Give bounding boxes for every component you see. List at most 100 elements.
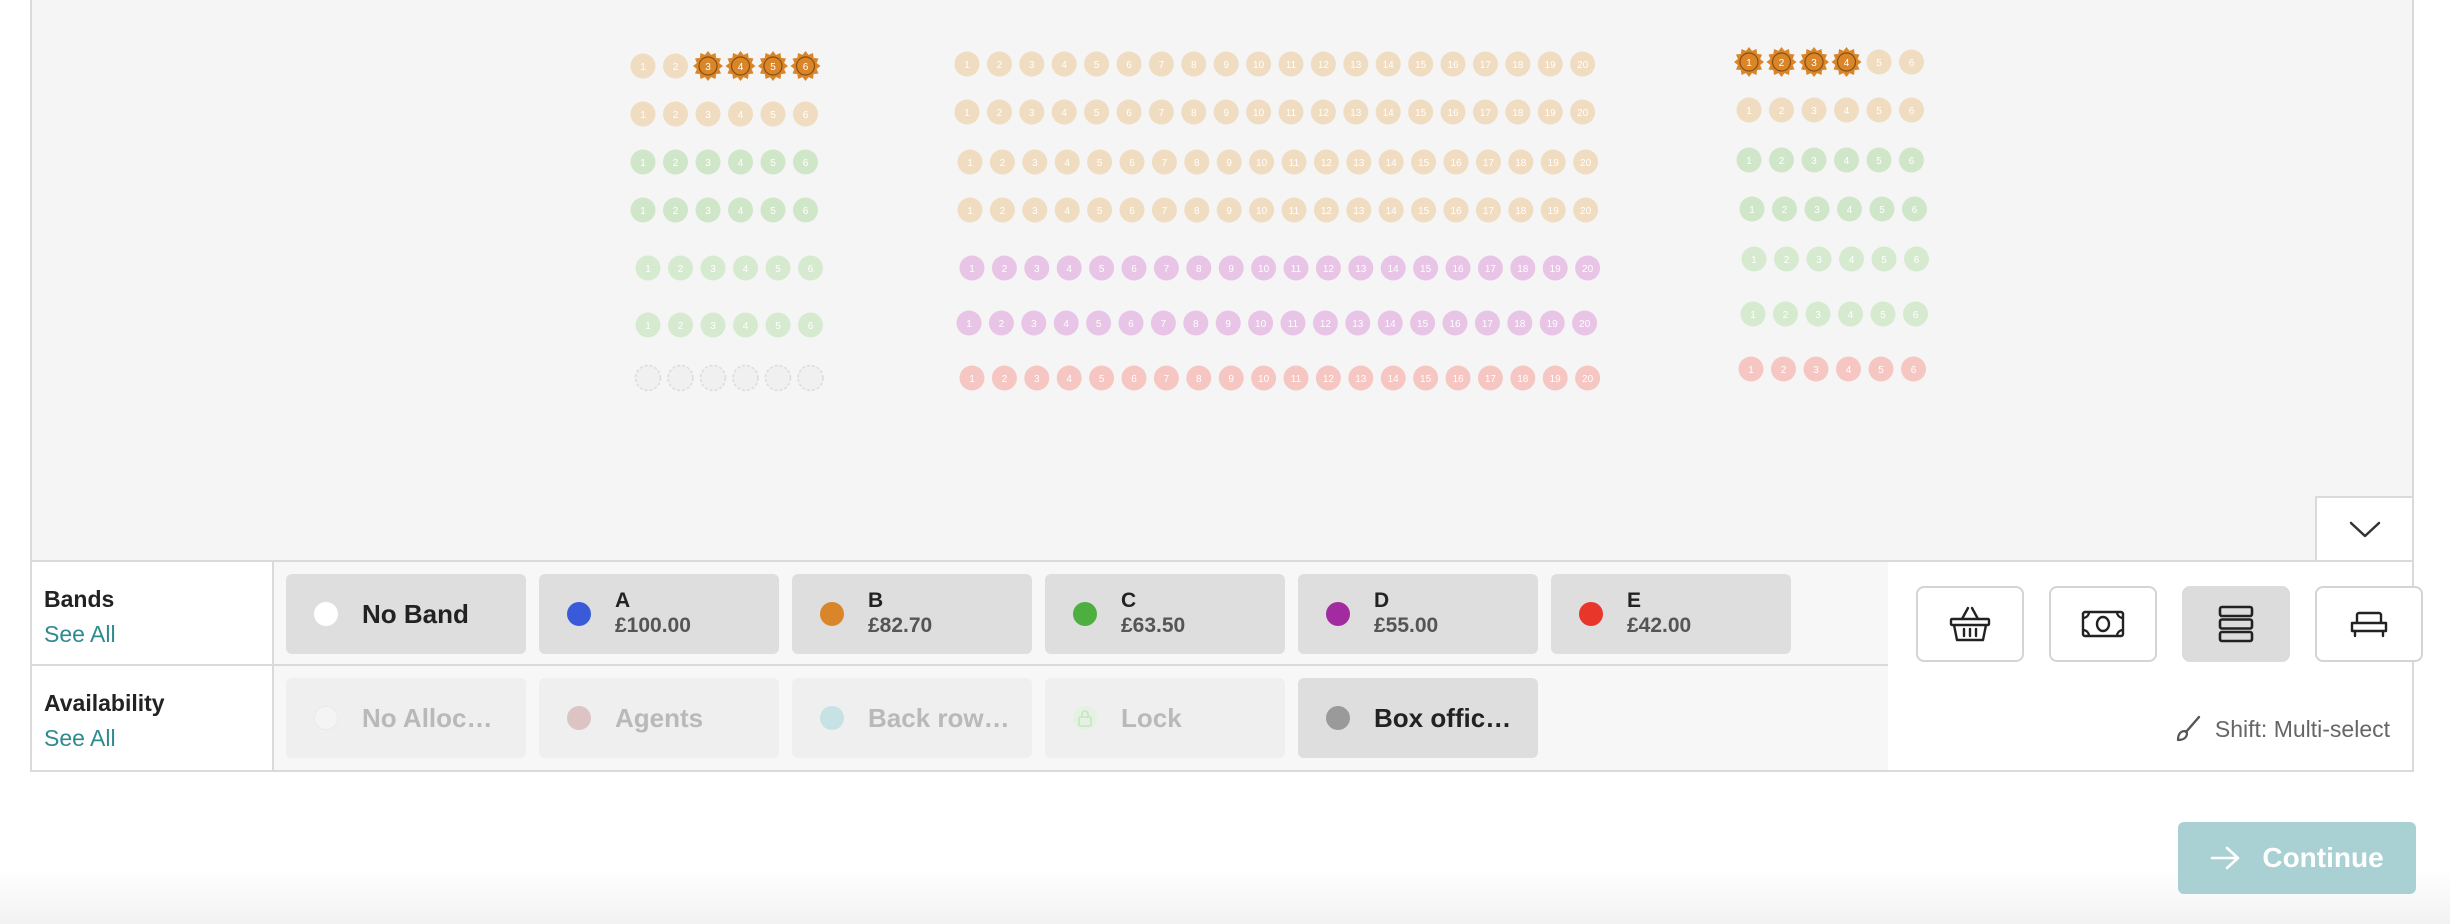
seat[interactable]: 13 [1345, 310, 1371, 336]
seat[interactable]: 15 [1410, 310, 1436, 336]
seat[interactable]: 19 [1542, 255, 1568, 281]
seat[interactable]: 4 [1053, 310, 1079, 336]
band-chip-e[interactable]: E £42.00 [1551, 574, 1791, 654]
seat[interactable]: 13 [1348, 365, 1374, 391]
seat[interactable]: 4 [1831, 47, 1862, 77]
seat[interactable]: 17 [1477, 255, 1503, 281]
seat[interactable]: 9 [1216, 149, 1242, 175]
seat[interactable]: 1 [959, 255, 985, 281]
seat[interactable]: 5 [1866, 147, 1892, 173]
seat[interactable]: 6 [1121, 255, 1147, 281]
seat[interactable]: 12 [1312, 310, 1338, 336]
seat[interactable]: 7 [1151, 197, 1177, 223]
seat[interactable]: 20 [1570, 99, 1596, 125]
seat[interactable]: 2 [668, 312, 693, 338]
seat[interactable]: 14 [1375, 99, 1401, 125]
seat[interactable]: 8 [1184, 149, 1210, 175]
seat[interactable]: 11 [1283, 365, 1309, 391]
cash-tool-button[interactable] [2049, 586, 2157, 662]
seat[interactable]: 19 [1542, 365, 1568, 391]
seat[interactable]: 15 [1408, 51, 1434, 77]
seat[interactable]: 3 [1801, 147, 1827, 173]
seat[interactable]: 3 [1024, 365, 1050, 391]
seat[interactable]: 6 [1899, 147, 1924, 173]
seat[interactable]: 4 [728, 101, 753, 127]
seat[interactable]: 2 [986, 99, 1012, 125]
seat[interactable]: 18 [1510, 255, 1536, 281]
seat[interactable]: 7 [1150, 310, 1176, 336]
seat[interactable]: 5 [765, 312, 791, 338]
seat[interactable]: 9 [1216, 197, 1242, 223]
seat[interactable]: 18 [1510, 365, 1536, 391]
seat[interactable]: 12 [1310, 99, 1336, 125]
seat[interactable]: 6 [1902, 196, 1927, 222]
seat[interactable]: 14 [1380, 365, 1406, 391]
continue-button[interactable]: Continue [2178, 822, 2416, 894]
seat[interactable]: 2 [1769, 147, 1794, 173]
seat[interactable]: 11 [1283, 255, 1309, 281]
seat[interactable]: 10 [1251, 255, 1277, 281]
seat[interactable]: 3 [1801, 97, 1827, 123]
seat[interactable]: 5 [760, 149, 786, 175]
seat[interactable]: 6 [1116, 51, 1142, 77]
seat[interactable]: 10 [1246, 99, 1272, 125]
seat[interactable]: 3 [700, 312, 726, 338]
seat[interactable]: 3 [1022, 197, 1048, 223]
seat[interactable]: 12 [1315, 365, 1341, 391]
seat[interactable]: 4 [1838, 301, 1863, 327]
seat[interactable]: 5 [1089, 255, 1115, 281]
seat[interactable]: 20 [1575, 255, 1601, 281]
seat[interactable]: 7 [1148, 51, 1174, 77]
seat[interactable]: 2 [663, 53, 688, 79]
seat[interactable]: 14 [1377, 310, 1403, 336]
seat[interactable]: 13 [1346, 149, 1372, 175]
seat[interactable]: 17 [1472, 51, 1498, 77]
seat[interactable]: 19 [1540, 149, 1566, 175]
seat[interactable]: 6 [1121, 365, 1147, 391]
seat[interactable] [732, 364, 759, 392]
seat[interactable]: 1 [1739, 196, 1765, 222]
seat[interactable]: 2 [989, 149, 1015, 175]
seat[interactable]: 1 [630, 53, 656, 79]
seat[interactable]: 2 [988, 310, 1014, 336]
seat[interactable]: 5 [1089, 365, 1115, 391]
seat[interactable]: 8 [1186, 255, 1212, 281]
seat[interactable]: 12 [1315, 255, 1341, 281]
seat[interactable]: 3 [1804, 196, 1830, 222]
seat[interactable]: 7 [1153, 255, 1179, 281]
seat[interactable] [699, 364, 727, 392]
seat[interactable]: 15 [1413, 365, 1439, 391]
seat[interactable]: 13 [1348, 255, 1374, 281]
seat[interactable]: 6 [1899, 97, 1924, 123]
seat[interactable]: 3 [1021, 310, 1047, 336]
seat[interactable]: 1 [635, 312, 661, 338]
seat[interactable]: 7 [1151, 149, 1177, 175]
seat[interactable]: 8 [1183, 310, 1209, 336]
seat[interactable]: 1 [1734, 47, 1764, 77]
band-chip-d[interactable]: D £55.00 [1298, 574, 1538, 654]
seat[interactable]: 5 [765, 255, 791, 281]
seat[interactable]: 2 [668, 255, 693, 281]
collapse-toggle[interactable] [2315, 496, 2414, 562]
seat[interactable]: 12 [1313, 197, 1339, 223]
seat[interactable]: 3 [1019, 99, 1045, 125]
seat[interactable]: 5 [1086, 310, 1112, 336]
seat[interactable]: 10 [1249, 197, 1275, 223]
seat[interactable]: 1 [954, 51, 980, 77]
seat[interactable]: 2 [991, 365, 1017, 391]
seat[interactable]: 14 [1380, 255, 1406, 281]
seat[interactable]: 1 [957, 149, 983, 175]
seat[interactable]: 20 [1570, 51, 1596, 77]
seat[interactable]: 2 [663, 197, 688, 223]
seat[interactable]: 4 [728, 197, 753, 223]
seat[interactable]: 5 [1868, 356, 1894, 382]
seat[interactable]: 13 [1343, 51, 1369, 77]
seat[interactable]: 12 [1313, 149, 1339, 175]
seat[interactable]: 17 [1477, 365, 1503, 391]
seat[interactable]: 4 [1056, 365, 1082, 391]
seat[interactable]: 15 [1411, 197, 1437, 223]
seat[interactable]: 3 [695, 101, 721, 127]
seat[interactable]: 3 [695, 197, 721, 223]
seat[interactable]: 8 [1184, 197, 1210, 223]
seat[interactable]: 3 [693, 51, 723, 81]
